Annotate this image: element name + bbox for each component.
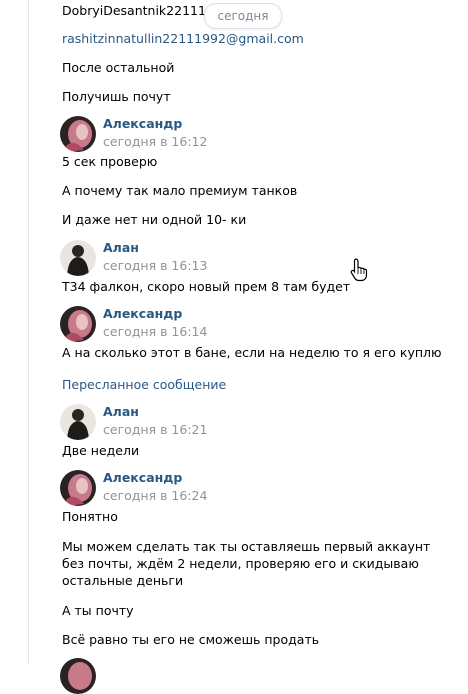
message-text: Получишь почут xyxy=(62,89,171,104)
message-text: Мы можем сделать так ты оставляешь первы… xyxy=(62,539,431,588)
message-time[interactable]: сегодня в 16:14 xyxy=(103,324,207,340)
message-text: 5 сек проверю xyxy=(62,154,158,169)
date-divider-pill: сегодня xyxy=(204,3,282,29)
avatar-alan[interactable] xyxy=(60,404,96,440)
message-text: Всё равно ты его не сможешь продать xyxy=(62,632,320,647)
message-text: А на сколько этот в бане, если на неделю… xyxy=(62,345,442,360)
truncated-sender-name: DobryiDesantnik22111992 xyxy=(62,3,212,18)
message-time[interactable]: сегодня в 16:13 xyxy=(103,258,207,274)
message-text: И даже нет ни одной 10- ки xyxy=(62,212,247,227)
sender-name[interactable]: Алан xyxy=(103,240,139,256)
avatar-alexander[interactable] xyxy=(60,470,96,506)
email-link[interactable]: rashitzinnatullin22111992@gmail.com xyxy=(62,31,304,47)
message-text: Понятно xyxy=(62,509,118,524)
message-time[interactable]: сегодня в 16:12 xyxy=(103,134,207,150)
message-text: Т34 фалкон, скоро новый прем 8 там будет xyxy=(62,279,351,294)
avatar-alexander[interactable] xyxy=(60,116,96,152)
sender-name[interactable]: Алан xyxy=(103,404,139,420)
sender-name[interactable]: Александр xyxy=(103,470,182,486)
sender-name[interactable]: Александр xyxy=(103,116,182,132)
avatar-alan[interactable] xyxy=(60,240,96,276)
avatar-next[interactable] xyxy=(60,658,96,694)
message-feed: DobryiDesantnik22111992 сегодня rashitzi… xyxy=(0,0,468,694)
message-text: После остальной xyxy=(62,60,175,75)
message-time[interactable]: сегодня в 16:21 xyxy=(103,422,207,438)
message-text: А почему так мало премиум танков xyxy=(62,183,298,198)
sender-name[interactable]: Александр xyxy=(103,306,182,322)
message-text: А ты почту xyxy=(62,603,134,618)
forwarded-message-link[interactable]: Пересланное сообщение xyxy=(62,377,226,393)
hand-cursor-icon xyxy=(350,258,368,285)
message-time[interactable]: сегодня в 16:24 xyxy=(103,488,207,504)
message-text: Две недели xyxy=(62,443,140,458)
avatar-alexander[interactable] xyxy=(60,306,96,342)
